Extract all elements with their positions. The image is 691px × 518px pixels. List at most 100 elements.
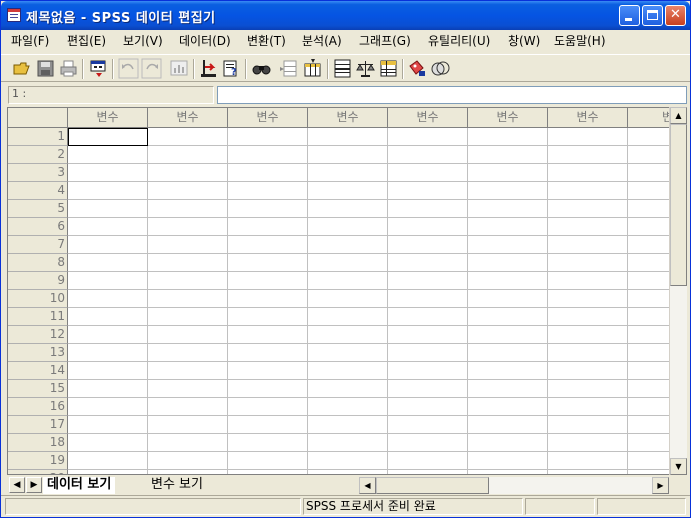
row-header[interactable]: 2 (8, 146, 68, 164)
grid-cell[interactable] (468, 326, 548, 344)
grid-cell[interactable] (308, 326, 388, 344)
grid-cell[interactable] (548, 236, 628, 254)
tab-prev-icon[interactable]: ◀ (9, 477, 25, 493)
grid-cell[interactable] (148, 380, 228, 398)
row-header[interactable]: 8 (8, 254, 68, 272)
grid-cell[interactable] (68, 272, 148, 290)
grid-cell[interactable] (68, 236, 148, 254)
grid-cell[interactable] (388, 362, 468, 380)
grid-cell[interactable] (308, 236, 388, 254)
row-header[interactable]: 19 (8, 452, 68, 470)
maximize-button[interactable] (642, 5, 663, 26)
row-header[interactable]: 14 (8, 362, 68, 380)
insert-case-icon[interactable] (278, 58, 299, 79)
active-cell[interactable] (68, 128, 148, 146)
grid-cell[interactable] (68, 200, 148, 218)
grid-cell[interactable] (308, 416, 388, 434)
grid-cell[interactable] (548, 434, 628, 452)
grid-cell[interactable] (548, 308, 628, 326)
grid-cell[interactable] (388, 290, 468, 308)
grid-cell[interactable] (468, 344, 548, 362)
row-header[interactable]: 17 (8, 416, 68, 434)
grid-cell[interactable] (548, 416, 628, 434)
close-button[interactable]: ✕ (665, 5, 686, 26)
grid-cell[interactable] (468, 416, 548, 434)
undo-icon[interactable] (118, 58, 139, 79)
row-header[interactable]: 1 (8, 128, 68, 146)
grid-cell[interactable] (388, 434, 468, 452)
grid-cell[interactable] (228, 380, 308, 398)
grid-cell[interactable] (388, 254, 468, 272)
column-header[interactable]: 변수 (68, 108, 148, 128)
row-header[interactable]: 11 (8, 308, 68, 326)
grid-cell[interactable] (468, 398, 548, 416)
grid-cell[interactable] (308, 308, 388, 326)
grid-cell[interactable] (68, 380, 148, 398)
grid-cell[interactable] (388, 452, 468, 470)
grid-cell[interactable] (148, 272, 228, 290)
grid-cell[interactable] (548, 218, 628, 236)
grid-cell[interactable] (148, 290, 228, 308)
column-header[interactable]: 변수 (468, 108, 548, 128)
grid-cell[interactable] (388, 470, 468, 474)
grid-cell[interactable] (148, 452, 228, 470)
grid-cell[interactable] (548, 146, 628, 164)
data-grid[interactable]: 변수 변수 변수 변수 변수 변수 변수 변 1 2 3 4 5 6 7 8 9 10 11 12 13 14 15 16 17… (7, 107, 687, 475)
grid-cell[interactable] (388, 128, 468, 146)
row-header[interactable]: 15 (8, 380, 68, 398)
app-icon[interactable] (7, 8, 21, 22)
title-bar[interactable]: 제목없음 - SPSS 데이터 편집기 ✕ (1, 1, 690, 30)
grid-cell[interactable] (148, 164, 228, 182)
menu-edit[interactable]: 편집(E) (65, 32, 108, 49)
grid-cell[interactable] (388, 200, 468, 218)
grid-cell[interactable] (148, 308, 228, 326)
weight-cases-icon[interactable] (355, 58, 376, 79)
row-header[interactable]: 12 (8, 326, 68, 344)
grid-cell[interactable] (388, 398, 468, 416)
grid-cell[interactable] (68, 452, 148, 470)
grid-cell[interactable] (548, 272, 628, 290)
grid-cell[interactable] (228, 416, 308, 434)
menu-utilities[interactable]: 유틸리티(U) (426, 32, 492, 49)
dialog-recall-icon[interactable] (88, 58, 109, 79)
grid-cell[interactable] (468, 200, 548, 218)
grid-cell[interactable] (308, 452, 388, 470)
grid-cell[interactable] (468, 164, 548, 182)
grid-cell[interactable] (68, 362, 148, 380)
redo-icon[interactable] (141, 58, 162, 79)
grid-cell[interactable] (388, 218, 468, 236)
grid-cell[interactable] (228, 254, 308, 272)
grid-cell[interactable] (548, 452, 628, 470)
grid-cell[interactable] (308, 290, 388, 308)
row-header[interactable]: 10 (8, 290, 68, 308)
menu-data[interactable]: 데이터(D) (177, 32, 233, 49)
grid-cell[interactable] (228, 218, 308, 236)
menu-help[interactable]: 도움말(H) (552, 32, 608, 49)
grid-cell[interactable] (308, 128, 388, 146)
variables-icon[interactable]: ? (221, 58, 242, 79)
grid-cell[interactable] (68, 308, 148, 326)
grid-cell[interactable] (68, 218, 148, 236)
grid-cell[interactable] (68, 146, 148, 164)
grid-cell[interactable] (68, 290, 148, 308)
grid-cell[interactable] (68, 254, 148, 272)
scroll-left-button[interactable]: ◀ (359, 477, 376, 494)
grid-cell[interactable] (148, 398, 228, 416)
row-header[interactable]: 4 (8, 182, 68, 200)
menu-analyze[interactable]: 분석(A) (300, 32, 344, 49)
grid-cell[interactable] (388, 326, 468, 344)
grid-cell[interactable] (308, 146, 388, 164)
grid-cell[interactable] (228, 362, 308, 380)
grid-cell[interactable] (228, 200, 308, 218)
grid-cell[interactable] (548, 128, 628, 146)
select-cases-icon[interactable] (378, 58, 399, 79)
grid-cell[interactable] (308, 470, 388, 474)
row-header[interactable]: 18 (8, 434, 68, 452)
grid-cell[interactable] (308, 182, 388, 200)
row-header[interactable]: 13 (8, 344, 68, 362)
grid-cell[interactable] (308, 272, 388, 290)
horizontal-scrollbar[interactable]: ◀ ▶ (359, 477, 669, 494)
row-header[interactable]: 16 (8, 398, 68, 416)
grid-cell[interactable] (388, 164, 468, 182)
grid-cell[interactable] (468, 254, 548, 272)
